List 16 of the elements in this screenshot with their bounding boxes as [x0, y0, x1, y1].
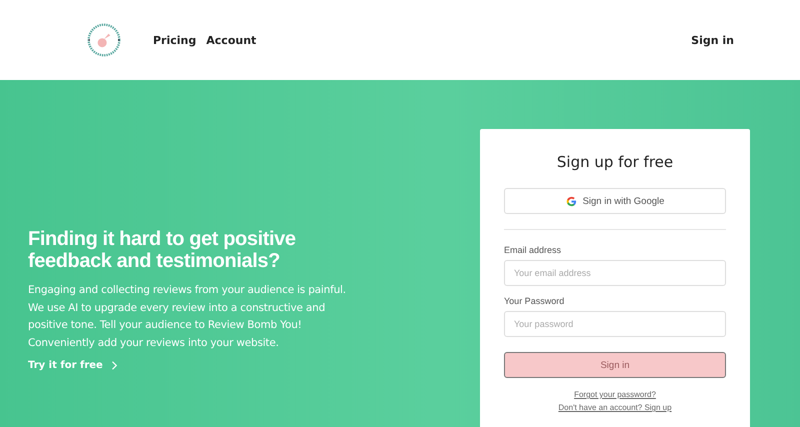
- google-sign-in-button[interactable]: Sign in with Google: [504, 188, 726, 214]
- hero-description: Engaging and collecting reviews from your audience is painful. We use AI to upgrade every review into a constructive and positive tone. Tell your audience to Review Bomb You! Conveniently add your reviews into your website.: [28, 283, 347, 350]
- field-label: Email address: [504, 245, 562, 255]
- forgot-password-link[interactable]: Forgot your password?: [574, 390, 656, 399]
- sign-in-link[interactable]: Sign in: [691, 34, 734, 46]
- logo-icon[interactable]: [86, 22, 122, 58]
- signup-title: Sign up for free: [556, 153, 674, 171]
- nav-link[interactable]: Account: [206, 34, 256, 46]
- input-field[interactable]: Your password: [504, 311, 726, 337]
- chevron-right-icon: [110, 361, 117, 370]
- sign-up-link[interactable]: Don't have an account? Sign up: [558, 403, 672, 412]
- google-g-icon: [566, 196, 577, 206]
- nav-link[interactable]: Pricing: [153, 34, 196, 46]
- field-label: Your Password: [504, 296, 564, 306]
- input-field[interactable]: Your email address: [504, 260, 726, 286]
- hero-headline: Finding it hard to get positive feedback and testimonials?: [28, 228, 297, 272]
